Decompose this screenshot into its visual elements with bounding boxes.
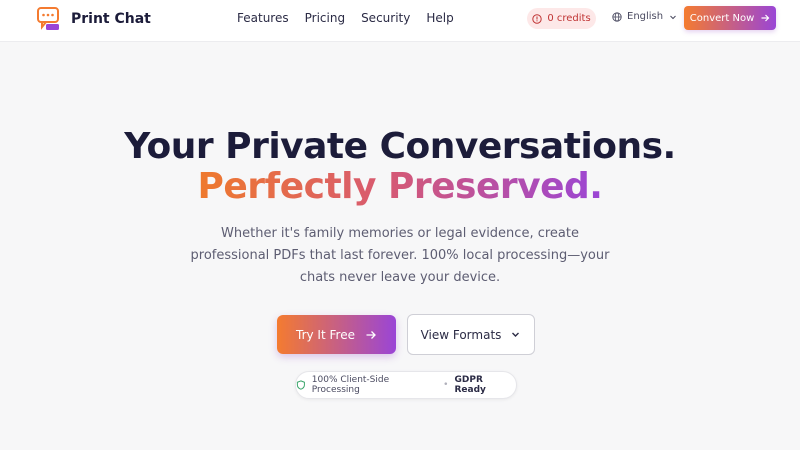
view-formats-button[interactable]: View Formats [407,314,535,355]
trust-badge: 100% Client-Side Processing • GDPR Ready [295,371,517,399]
chevron-down-icon [670,15,676,19]
gdpr-label: GDPR Ready [454,375,486,395]
chevron-down-icon [512,332,520,337]
language-label: English [627,11,664,22]
hero-title-gradient: Perfectly Preserved. [197,166,603,207]
nav-link-help[interactable]: Help [426,11,453,25]
try-free-label: Try It Free [296,327,355,342]
nav-link-pricing[interactable]: Pricing [305,11,345,25]
badge-separator: • [443,380,449,390]
credits-label: 0 credits [547,13,591,24]
language-selector[interactable]: English [612,11,678,22]
credits-badge[interactable]: 0 credits [527,8,596,29]
brand-logo[interactable]: Print Chat [37,7,151,31]
nav-link-security[interactable]: Security [361,11,410,25]
alert-circle-icon [532,13,543,24]
view-formats-label: View Formats [420,327,502,342]
top-navbar: Print Chat Features Pricing Security Hel… [0,0,800,42]
hero-subtitle: Whether it's family memories or legal ev… [190,226,610,285]
nav-links: Features Pricing Security Help [237,11,454,25]
chat-bubble-icon [37,7,59,30]
convert-now-label: Convert Now [689,12,755,24]
arrow-right-icon [366,330,376,339]
convert-now-button[interactable]: Convert Now [684,6,776,30]
hero-title-line2: Perfectly Preserved. [0,166,800,208]
hero-title-line1: Your Private Conversations. [124,126,676,167]
shield-icon [296,380,305,390]
nav-link-features[interactable]: Features [237,11,289,25]
brand-name: Print Chat [71,11,151,27]
globe-icon [612,11,622,22]
try-free-button[interactable]: Try It Free [277,315,396,354]
processing-label: 100% Client-Side Processing [311,375,390,395]
arrow-right-icon [761,14,770,22]
